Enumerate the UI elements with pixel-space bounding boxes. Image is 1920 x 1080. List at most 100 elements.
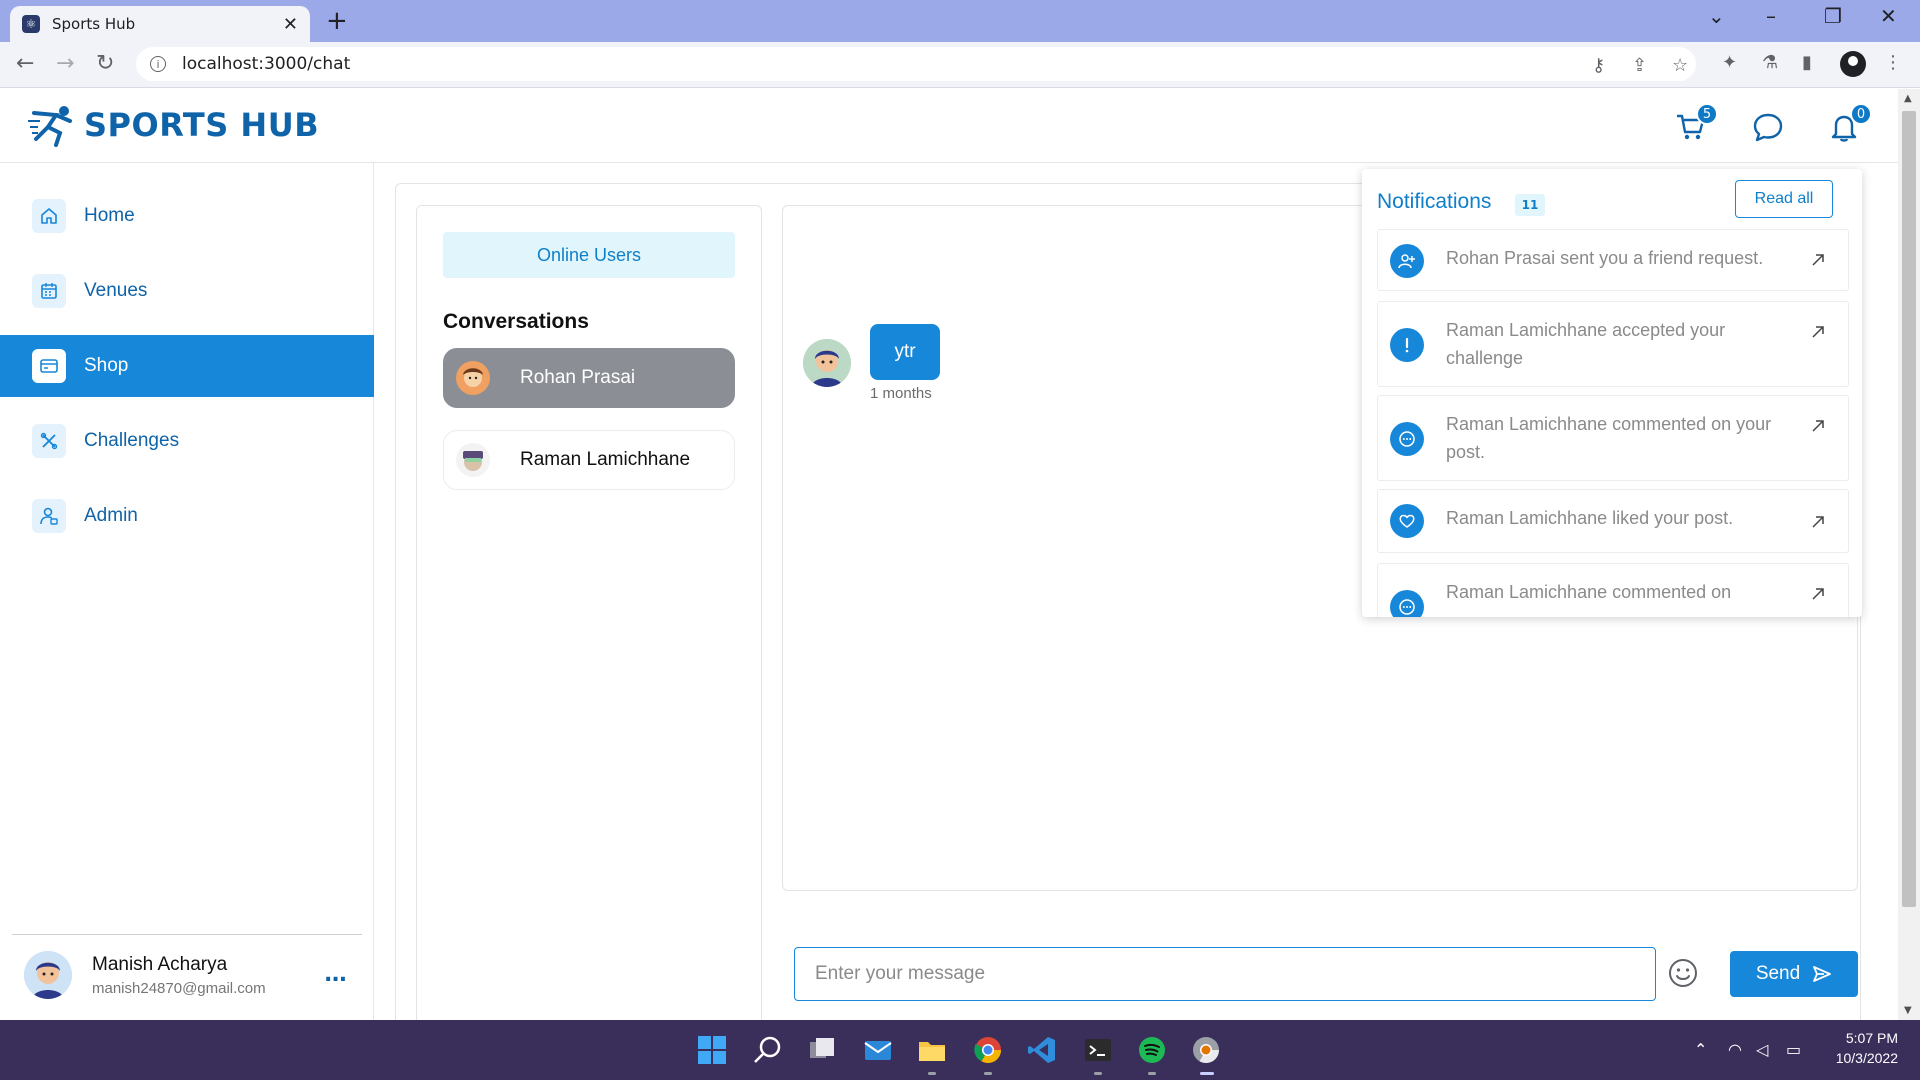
spotify-icon[interactable] bbox=[1136, 1034, 1168, 1066]
send-icon bbox=[1813, 966, 1832, 982]
emoji-icon[interactable] bbox=[1667, 957, 1699, 989]
page-scrollbar[interactable]: ▲ ▼ bbox=[1898, 89, 1920, 1020]
open-arrow-icon[interactable] bbox=[1808, 322, 1828, 342]
windows-start-icon[interactable] bbox=[696, 1034, 728, 1066]
tray-chevron-up-icon[interactable]: ⌃ bbox=[1694, 1040, 1707, 1059]
flask-icon[interactable]: ⚗ bbox=[1762, 52, 1778, 73]
notification-item[interactable]: Raman Lamichhane accepted your challenge bbox=[1377, 301, 1849, 387]
sidebar-item-label: Admin bbox=[84, 505, 138, 526]
app-viewport: SPORTS HUB 5 0 Home Venues Shop Challeng… bbox=[0, 89, 1898, 1020]
logo-text: SPORTS HUB bbox=[84, 106, 320, 144]
os-taskbar: ⌃ ◠ ◁ ▭ 5:07 PM 10/3/2022 bbox=[0, 1020, 1920, 1080]
bookmark-star-icon[interactable]: ☆ bbox=[1672, 55, 1688, 76]
profile-avatar-icon[interactable] bbox=[1840, 51, 1866, 77]
scrollbar-thumb[interactable] bbox=[1902, 111, 1916, 907]
chat-bubble-icon bbox=[1753, 113, 1783, 142]
tools-icon bbox=[32, 424, 66, 458]
minimize-icon[interactable]: – bbox=[1766, 4, 1776, 28]
more-options-icon[interactable]: ... bbox=[324, 962, 347, 987]
sidebar-item-admin[interactable]: Admin bbox=[0, 485, 374, 547]
battery-icon[interactable]: ▭ bbox=[1786, 1040, 1801, 1059]
notifications-button[interactable]: 0 bbox=[1828, 103, 1872, 145]
vscode-icon[interactable] bbox=[1026, 1034, 1058, 1066]
open-arrow-icon[interactable] bbox=[1808, 512, 1828, 532]
chat-button[interactable] bbox=[1752, 111, 1786, 145]
send-button[interactable]: Send bbox=[1730, 951, 1858, 997]
share-icon[interactable]: ⇪ bbox=[1632, 55, 1647, 76]
taskbar-running-indicator bbox=[1148, 1072, 1156, 1075]
file-explorer-icon[interactable] bbox=[916, 1034, 948, 1066]
chrome-icon[interactable] bbox=[972, 1034, 1004, 1066]
wifi-icon[interactable]: ◠ bbox=[1728, 1040, 1742, 1059]
message-avatar bbox=[803, 339, 851, 387]
message-input[interactable] bbox=[794, 947, 1656, 1001]
clock-date[interactable]: 10/3/2022 bbox=[1836, 1050, 1898, 1066]
taskbar-active-indicator bbox=[1200, 1072, 1214, 1075]
conversation-item[interactable]: Raman Lamichhane bbox=[443, 430, 735, 490]
cart-button[interactable]: 5 bbox=[1674, 103, 1718, 145]
clock-time[interactable]: 5:07 PM bbox=[1846, 1030, 1898, 1046]
key-icon[interactable]: ⚷ bbox=[1592, 55, 1605, 76]
site-info-icon[interactable]: i bbox=[150, 56, 166, 72]
url-bar[interactable]: i localhost:3000/chat ⚷ ⇪ ☆ bbox=[136, 47, 1696, 81]
sidebar-item-shop[interactable]: Shop bbox=[0, 335, 374, 397]
scroll-up-arrow-icon[interactable]: ▲ bbox=[1904, 93, 1912, 104]
alert-icon bbox=[1390, 328, 1424, 362]
read-all-button[interactable]: Read all bbox=[1735, 180, 1833, 218]
runner-logo-icon bbox=[28, 106, 72, 147]
sidebar: Home Venues Shop Challenges Admin Manish… bbox=[0, 163, 374, 1020]
calendar-icon bbox=[32, 274, 66, 308]
new-tab-icon[interactable]: + bbox=[326, 6, 348, 36]
conversation-name: Rohan Prasai bbox=[520, 367, 636, 388]
conversation-item[interactable]: Rohan Prasai bbox=[443, 348, 735, 408]
tab-title: Sports Hub bbox=[52, 15, 136, 33]
conversation-avatar bbox=[456, 361, 490, 395]
online-users-button[interactable]: Online Users bbox=[443, 232, 735, 278]
notification-item[interactable]: Rohan Prasai sent you a friend request. bbox=[1377, 229, 1849, 291]
logo[interactable]: SPORTS HUB bbox=[26, 103, 319, 147]
restore-icon[interactable]: ❐ bbox=[1824, 4, 1842, 28]
forward-icon[interactable]: → bbox=[56, 51, 74, 76]
notification-item[interactable]: Raman Lamichhane liked your post. bbox=[1377, 489, 1849, 553]
react-favicon-icon: ⚛ bbox=[22, 15, 40, 33]
notification-text: Rohan Prasai sent you a friend request. bbox=[1446, 248, 1764, 268]
admin-icon bbox=[32, 499, 66, 533]
app-header: SPORTS HUB 5 0 bbox=[0, 89, 1898, 163]
sidebar-item-venues[interactable]: Venues bbox=[0, 260, 374, 322]
extensions-icon[interactable]: ✦ bbox=[1722, 52, 1737, 73]
search-icon[interactable] bbox=[752, 1034, 784, 1066]
notification-text: Raman Lamichhane commented on your post. bbox=[1446, 414, 1772, 462]
terminal-icon[interactable] bbox=[1082, 1034, 1114, 1066]
window-close-icon[interactable]: ✕ bbox=[1880, 4, 1897, 28]
notification-item[interactable]: Raman Lamichhane commented on your post. bbox=[1377, 395, 1849, 481]
cart-badge: 5 bbox=[1696, 103, 1718, 125]
tab-search-icon[interactable]: ⌄ bbox=[1708, 4, 1725, 28]
open-arrow-icon[interactable] bbox=[1808, 584, 1828, 604]
task-view-icon[interactable] bbox=[806, 1034, 838, 1066]
comment-icon bbox=[1390, 590, 1424, 617]
notification-item[interactable]: Raman Lamichhane commented on bbox=[1377, 563, 1849, 617]
scroll-down-arrow-icon[interactable]: ▼ bbox=[1904, 1005, 1912, 1016]
url-text: localhost:3000/chat bbox=[182, 54, 351, 74]
conversations-title: Conversations bbox=[443, 310, 589, 333]
taskbar-running-indicator bbox=[928, 1072, 936, 1075]
close-tab-icon[interactable]: ✕ bbox=[283, 14, 298, 35]
user-avatar[interactable] bbox=[24, 951, 72, 999]
sidebar-item-label: Home bbox=[84, 205, 135, 226]
sidebar-divider bbox=[12, 934, 362, 935]
reload-icon[interactable]: ↻ bbox=[96, 51, 114, 76]
notification-text: Raman Lamichhane liked your post. bbox=[1446, 508, 1734, 528]
browser-address-bar: ← → ↻ i localhost:3000/chat ⚷ ⇪ ☆ ✦ ⚗ ▮ … bbox=[0, 42, 1920, 88]
back-icon[interactable]: ← bbox=[16, 51, 34, 76]
chrome-dev-icon[interactable] bbox=[1190, 1034, 1222, 1066]
volume-icon[interactable]: ◁ bbox=[1756, 1040, 1768, 1059]
menu-dots-icon[interactable]: ⋮ bbox=[1884, 52, 1902, 73]
open-arrow-icon[interactable] bbox=[1808, 416, 1828, 436]
sidebar-item-label: Venues bbox=[84, 280, 148, 301]
side-panel-icon[interactable]: ▮ bbox=[1802, 52, 1812, 73]
sidebar-item-challenges[interactable]: Challenges bbox=[0, 410, 374, 472]
sidebar-item-home[interactable]: Home bbox=[0, 185, 374, 247]
open-arrow-icon[interactable] bbox=[1808, 250, 1828, 270]
browser-tab[interactable]: ⚛ Sports Hub ✕ bbox=[10, 6, 310, 42]
mail-icon[interactable] bbox=[862, 1034, 894, 1066]
